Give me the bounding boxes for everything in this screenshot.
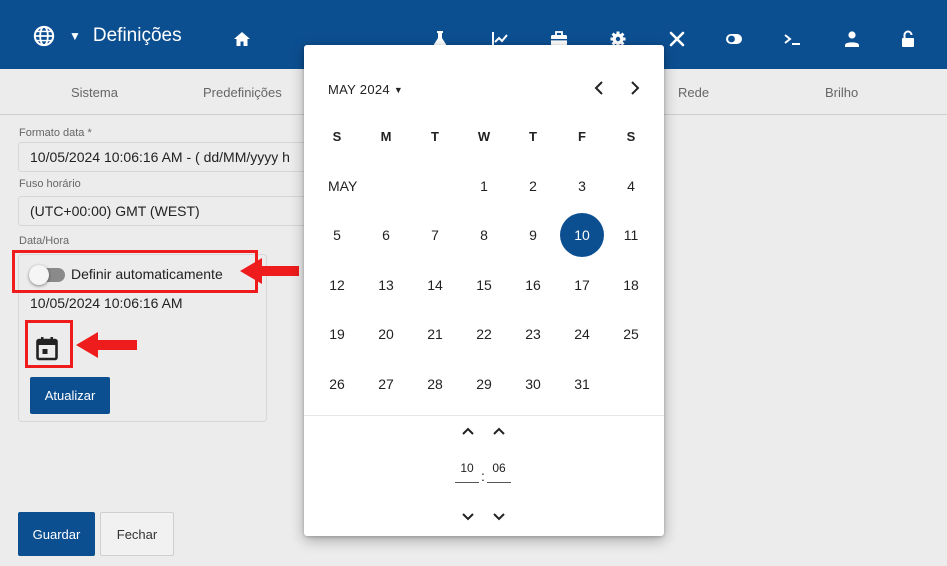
calendar-day[interactable]: 5 xyxy=(315,213,359,257)
page-title: Definições xyxy=(92,25,182,46)
user-icon[interactable] xyxy=(843,30,861,48)
highlight-box-toggle xyxy=(12,250,258,293)
save-button[interactable]: Guardar xyxy=(18,512,95,556)
date-format-field[interactable]: 10/05/2024 10:06:16 AM - ( dd/MM/yyyy h xyxy=(18,142,318,172)
minute-input[interactable]: 06 xyxy=(486,461,512,475)
weekday-label: S xyxy=(332,129,342,144)
calendar-day[interactable]: 11 xyxy=(609,213,653,257)
minute-up-icon[interactable] xyxy=(492,426,506,436)
weekday-label: M xyxy=(380,129,392,144)
month-year-selector[interactable]: MAY 2024 ▼ xyxy=(328,82,403,97)
calendar-day[interactable]: 22 xyxy=(462,312,506,356)
calendar-day[interactable]: 4 xyxy=(609,164,653,208)
calendar-day[interactable]: 15 xyxy=(462,263,506,307)
weekday-label: F xyxy=(578,129,586,144)
time-separator: : xyxy=(481,468,485,484)
tab-sistema[interactable]: Sistema xyxy=(71,85,118,100)
calendar-day[interactable]: 14 xyxy=(413,263,457,307)
timezone-label: Fuso horário xyxy=(19,178,81,190)
toggle-icon[interactable] xyxy=(725,30,743,48)
terminal-icon[interactable] xyxy=(783,30,801,48)
calendar-day[interactable]: 31 xyxy=(560,362,604,406)
date-picker: MAY 2024 ▼ S M T W T F S MAY 1 2 3 4 5 6 7 8 9 10… xyxy=(304,45,664,536)
hour-input[interactable]: 10 xyxy=(454,461,480,475)
update-button[interactable]: Atualizar xyxy=(30,377,110,414)
tab-rede[interactable]: Rede xyxy=(678,85,709,100)
calendar-day[interactable]: 27 xyxy=(364,362,408,406)
calendar-day[interactable]: 6 xyxy=(364,213,408,257)
calendar-day[interactable]: 21 xyxy=(413,312,457,356)
minute-down-icon[interactable] xyxy=(492,512,506,522)
calendar-month-label: MAY xyxy=(328,178,358,194)
next-month-button[interactable] xyxy=(627,78,643,98)
calendar-day[interactable]: 19 xyxy=(315,312,359,356)
chevron-right-icon xyxy=(631,81,640,95)
current-datetime: 10/05/2024 10:06:16 AM xyxy=(30,295,183,311)
weekday-label: T xyxy=(529,129,537,144)
calendar-day[interactable]: 29 xyxy=(462,362,506,406)
calendar-day[interactable]: 28 xyxy=(413,362,457,406)
calendar-day[interactable]: 12 xyxy=(315,263,359,307)
weekday-label: S xyxy=(626,129,636,144)
minute-underline xyxy=(487,482,511,483)
calendar-day-selected[interactable]: 10 xyxy=(560,213,604,257)
unlock-icon[interactable] xyxy=(899,30,917,48)
prev-month-button[interactable] xyxy=(591,78,607,98)
globe-icon xyxy=(33,25,55,47)
divider xyxy=(304,415,664,416)
calendar-day[interactable]: 16 xyxy=(511,263,555,307)
highlight-box-calendar xyxy=(25,320,73,368)
calendar-day[interactable]: 23 xyxy=(511,312,555,356)
calendar-day[interactable]: 17 xyxy=(560,263,604,307)
calendar-day[interactable]: 9 xyxy=(511,213,555,257)
red-arrow-icon xyxy=(240,258,299,284)
chevron-left-icon xyxy=(594,81,603,95)
timezone-field[interactable]: (UTC+00:00) GMT (WEST) xyxy=(18,196,318,226)
app-menu[interactable]: ▼ Definições xyxy=(33,21,182,51)
home-icon[interactable] xyxy=(233,30,251,48)
weekday-label: W xyxy=(477,129,491,144)
hour-underline xyxy=(455,482,479,483)
date-format-label: Formato data * xyxy=(19,127,92,139)
caret-down-icon: ▼ xyxy=(393,84,404,95)
tab-brilho[interactable]: Brilho xyxy=(825,85,858,100)
close-button[interactable]: Fechar xyxy=(100,512,174,556)
calendar-day[interactable]: 8 xyxy=(462,213,506,257)
caret-down-icon: ▼ xyxy=(69,29,81,43)
datetime-label: Data/Hora xyxy=(19,235,70,247)
calendar-day[interactable]: 1 xyxy=(462,164,506,208)
weekday-label: T xyxy=(431,129,439,144)
calendar-day[interactable]: 26 xyxy=(315,362,359,406)
hour-up-icon[interactable] xyxy=(461,426,475,436)
calendar-day[interactable]: 7 xyxy=(413,213,457,257)
hour-down-icon[interactable] xyxy=(461,512,475,522)
calendar-day[interactable]: 2 xyxy=(511,164,555,208)
red-arrow-icon xyxy=(76,332,137,358)
tools-icon[interactable] xyxy=(668,30,686,48)
calendar-day[interactable]: 24 xyxy=(560,312,604,356)
calendar-day[interactable]: 18 xyxy=(609,263,653,307)
calendar-day[interactable]: 20 xyxy=(364,312,408,356)
calendar-day[interactable]: 3 xyxy=(560,164,604,208)
calendar-day[interactable]: 30 xyxy=(511,362,555,406)
month-year-label: MAY 2024 xyxy=(328,82,390,97)
calendar-day[interactable]: 25 xyxy=(609,312,653,356)
tab-predefinicoes[interactable]: Predefinições xyxy=(203,85,282,100)
calendar-day[interactable]: 13 xyxy=(364,263,408,307)
